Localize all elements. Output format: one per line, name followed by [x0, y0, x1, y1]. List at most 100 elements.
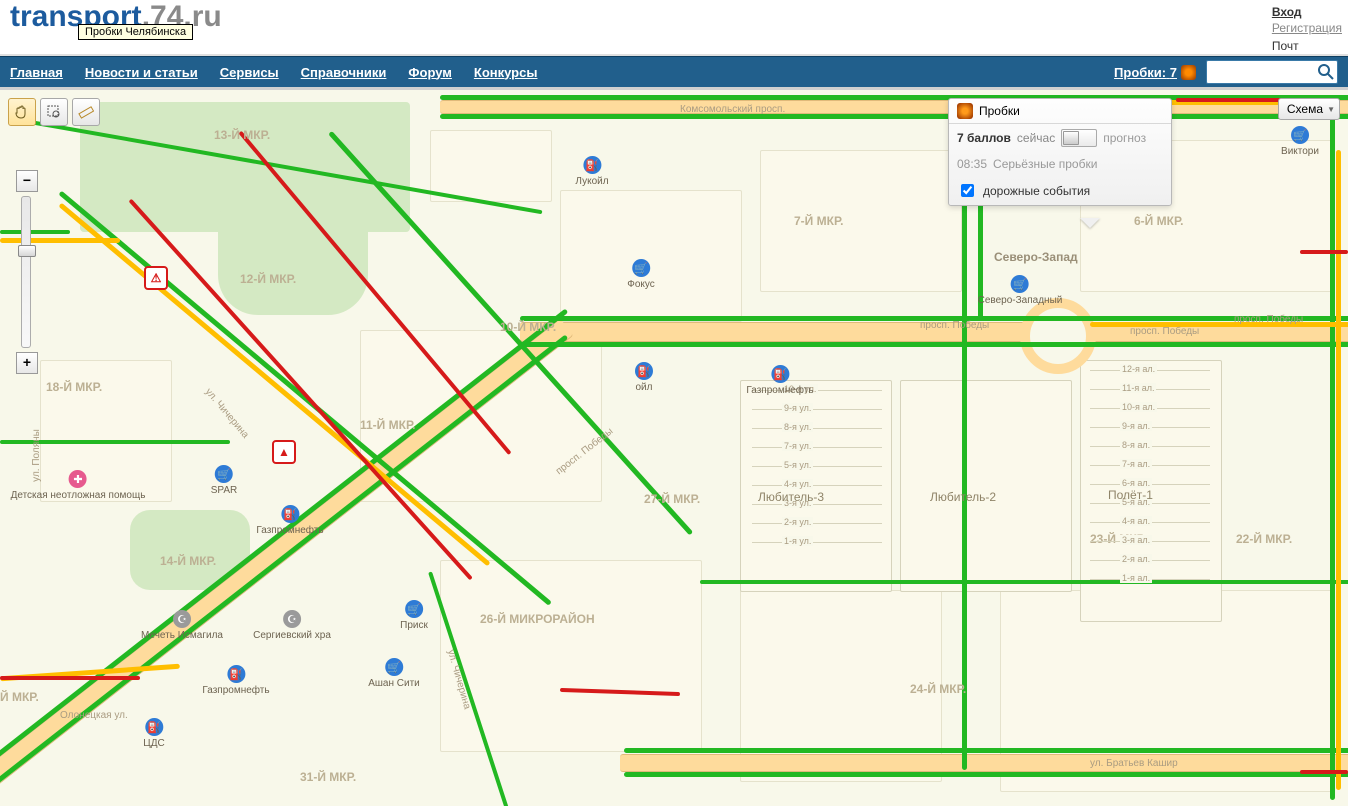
pan-tool[interactable]: [8, 98, 36, 126]
login-link[interactable]: Вход: [1272, 4, 1342, 20]
poi-fuel[interactable]: ⛽ойл: [635, 362, 653, 393]
district-label: 10-Й МКР.: [500, 320, 556, 334]
poi-med[interactable]: ✚Детская неотложная помощь: [11, 470, 146, 501]
road-label: просп. Победы: [1130, 326, 1199, 337]
poi-shop[interactable]: 🛒Ашан Сити: [368, 658, 420, 689]
poi-shop[interactable]: 🛒Северо-Западный: [978, 275, 1063, 306]
road-events-label: дорожные события: [983, 184, 1090, 198]
traffic-time: 08:35: [957, 157, 987, 171]
nav-home[interactable]: Главная: [10, 65, 63, 80]
alley-label: 6-я ал.: [1120, 478, 1152, 488]
garage-name: Любитель-2: [930, 490, 996, 504]
poi-fuel[interactable]: ⛽Газпромнефть: [202, 665, 269, 696]
alley-label: 9-я ул.: [782, 403, 813, 413]
alley-label: 8-я ал.: [1120, 440, 1152, 450]
poi-shop[interactable]: 🛒Фокус: [627, 259, 655, 290]
ruler-icon: [78, 104, 94, 120]
zoom-thumb[interactable]: [18, 245, 36, 257]
road-events-checkbox[interactable]: [961, 184, 974, 197]
zoom-control: − +: [16, 170, 36, 374]
roadwork-icon[interactable]: ▲: [272, 440, 296, 464]
alley-label: 7-я ал.: [1120, 459, 1152, 469]
alley-label: 10-я ал.: [1120, 402, 1157, 412]
poi-fuel[interactable]: ⛽Газпромнефть: [256, 505, 323, 536]
zoom-slider[interactable]: [21, 196, 31, 348]
alley-label: 1-я ал.: [1120, 573, 1152, 583]
alley-label: 3-я ал.: [1120, 535, 1152, 545]
alley-label: 4-я ал.: [1120, 516, 1152, 526]
poi-shop[interactable]: 🛒SPAR: [211, 465, 238, 496]
alley-label: 2-я ул.: [782, 517, 813, 527]
panel-pointer: [1080, 218, 1100, 238]
ruler-tool[interactable]: [72, 98, 100, 126]
accident-icon[interactable]: ⚠: [144, 266, 168, 290]
alley-label: 7-я ул.: [782, 441, 813, 451]
poi-fuel[interactable]: ⛽ЦДС: [143, 718, 164, 749]
nav-traffic-link[interactable]: Пробки: 7: [1114, 65, 1177, 80]
forecast-toggle[interactable]: [1061, 129, 1097, 147]
garage-name: Полёт-1: [1108, 488, 1153, 502]
district-label: 24-Й МКР.: [910, 682, 966, 696]
alley-label: 1-я ул.: [782, 536, 813, 546]
traffic-icon: [957, 103, 973, 119]
road-label: просп. Победы: [1234, 314, 1303, 325]
alley-label: 4-я ул.: [782, 479, 813, 489]
district-label: Северо-Запад: [994, 250, 1078, 264]
roundabout: [1020, 298, 1096, 374]
poi-shop[interactable]: 🛒Виктори: [1281, 126, 1319, 157]
alley-label: 12-я ал.: [1120, 364, 1157, 374]
district-label: 31-Й МКР.: [300, 770, 356, 784]
district-label: 27-Й МКР.: [644, 492, 700, 506]
park-area: [218, 185, 368, 315]
mail-link[interactable]: Почт: [1272, 38, 1342, 54]
select-tool[interactable]: [40, 98, 68, 126]
poi-shop[interactable]: 🛒Приск: [400, 600, 428, 631]
traffic-score: 7 баллов: [957, 131, 1011, 145]
navbar: Главная Новости и статьи Сервисы Справоч…: [0, 56, 1348, 87]
district-label: 6-Й МКР.: [1134, 214, 1184, 228]
alley-label: 8-я ул.: [782, 422, 813, 432]
poi-relig[interactable]: ☪Мечеть Исмагила: [141, 610, 223, 641]
nav-news[interactable]: Новости и статьи: [85, 65, 198, 80]
panel-title: Пробки: [979, 104, 1020, 118]
district-label: 12-Й МКР.: [240, 272, 296, 286]
register-link[interactable]: Регистрация: [1272, 20, 1342, 36]
poi-fuel[interactable]: ⛽Лукойл: [575, 156, 608, 187]
zoom-out-button[interactable]: −: [16, 170, 38, 192]
road-label: просп. Победы: [920, 320, 989, 331]
nav-services[interactable]: Сервисы: [220, 65, 279, 80]
nav-forum[interactable]: Форум: [408, 65, 451, 80]
alley-label: 9-я ал.: [1120, 421, 1152, 431]
poi-fuel[interactable]: ⛽Газпромнефть: [746, 365, 813, 396]
traffic-status: Серьёзные пробки: [993, 157, 1097, 171]
search-input[interactable]: [1206, 60, 1338, 84]
traffic-panel: Пробки 7 баллов сейчас прогноз 08:35 Сер…: [948, 98, 1172, 206]
zoom-in-button[interactable]: +: [16, 352, 38, 374]
traffic-icon: [1181, 65, 1196, 80]
nav-contests[interactable]: Конкурсы: [474, 65, 538, 80]
district-label: 11-Й МКР.: [360, 418, 416, 432]
district-label: 22-Й МКР.: [1236, 532, 1292, 546]
road-kashirinykh: [620, 754, 1348, 772]
traffic-now: сейчас: [1017, 131, 1055, 145]
district-label: Й МКР.: [0, 690, 39, 704]
district-label: 18-Й МКР.: [46, 380, 102, 394]
poi-relig[interactable]: ☪Сергиевский хра: [253, 610, 331, 641]
alley-label: 2-я ал.: [1120, 554, 1152, 564]
alley-label: 11-я ал.: [1120, 383, 1156, 393]
district-label: 7-Й МКР.: [794, 214, 844, 228]
district-label: 14-Й МКР.: [160, 554, 216, 568]
road-label: ул. Братьев Кашир: [1090, 758, 1178, 769]
site-header: transport.74.ru Пробки Челябинска Вход Р…: [0, 0, 1348, 56]
garage-name: Любитель-3: [758, 490, 824, 504]
map-type-selector[interactable]: Схема: [1278, 98, 1340, 120]
district-label: 26-Й МИКРОРАЙОН: [480, 612, 595, 626]
district-label: 13-Й МКР.: [214, 128, 270, 142]
header-auth: Вход Регистрация Почт: [1272, 4, 1342, 54]
garage-area: 12-я ал.11-я ал.10-я ал.9-я ал.8-я ал.7-…: [1090, 370, 1210, 598]
road-label: Олонецкая ул.: [60, 710, 128, 721]
map-tools: [8, 98, 100, 126]
alley-label: 5-я ул.: [782, 460, 813, 470]
map[interactable]: ⚠ ▲ Комсомольский просп. просп. Победы п…: [0, 87, 1348, 806]
nav-directories[interactable]: Справочники: [301, 65, 387, 80]
